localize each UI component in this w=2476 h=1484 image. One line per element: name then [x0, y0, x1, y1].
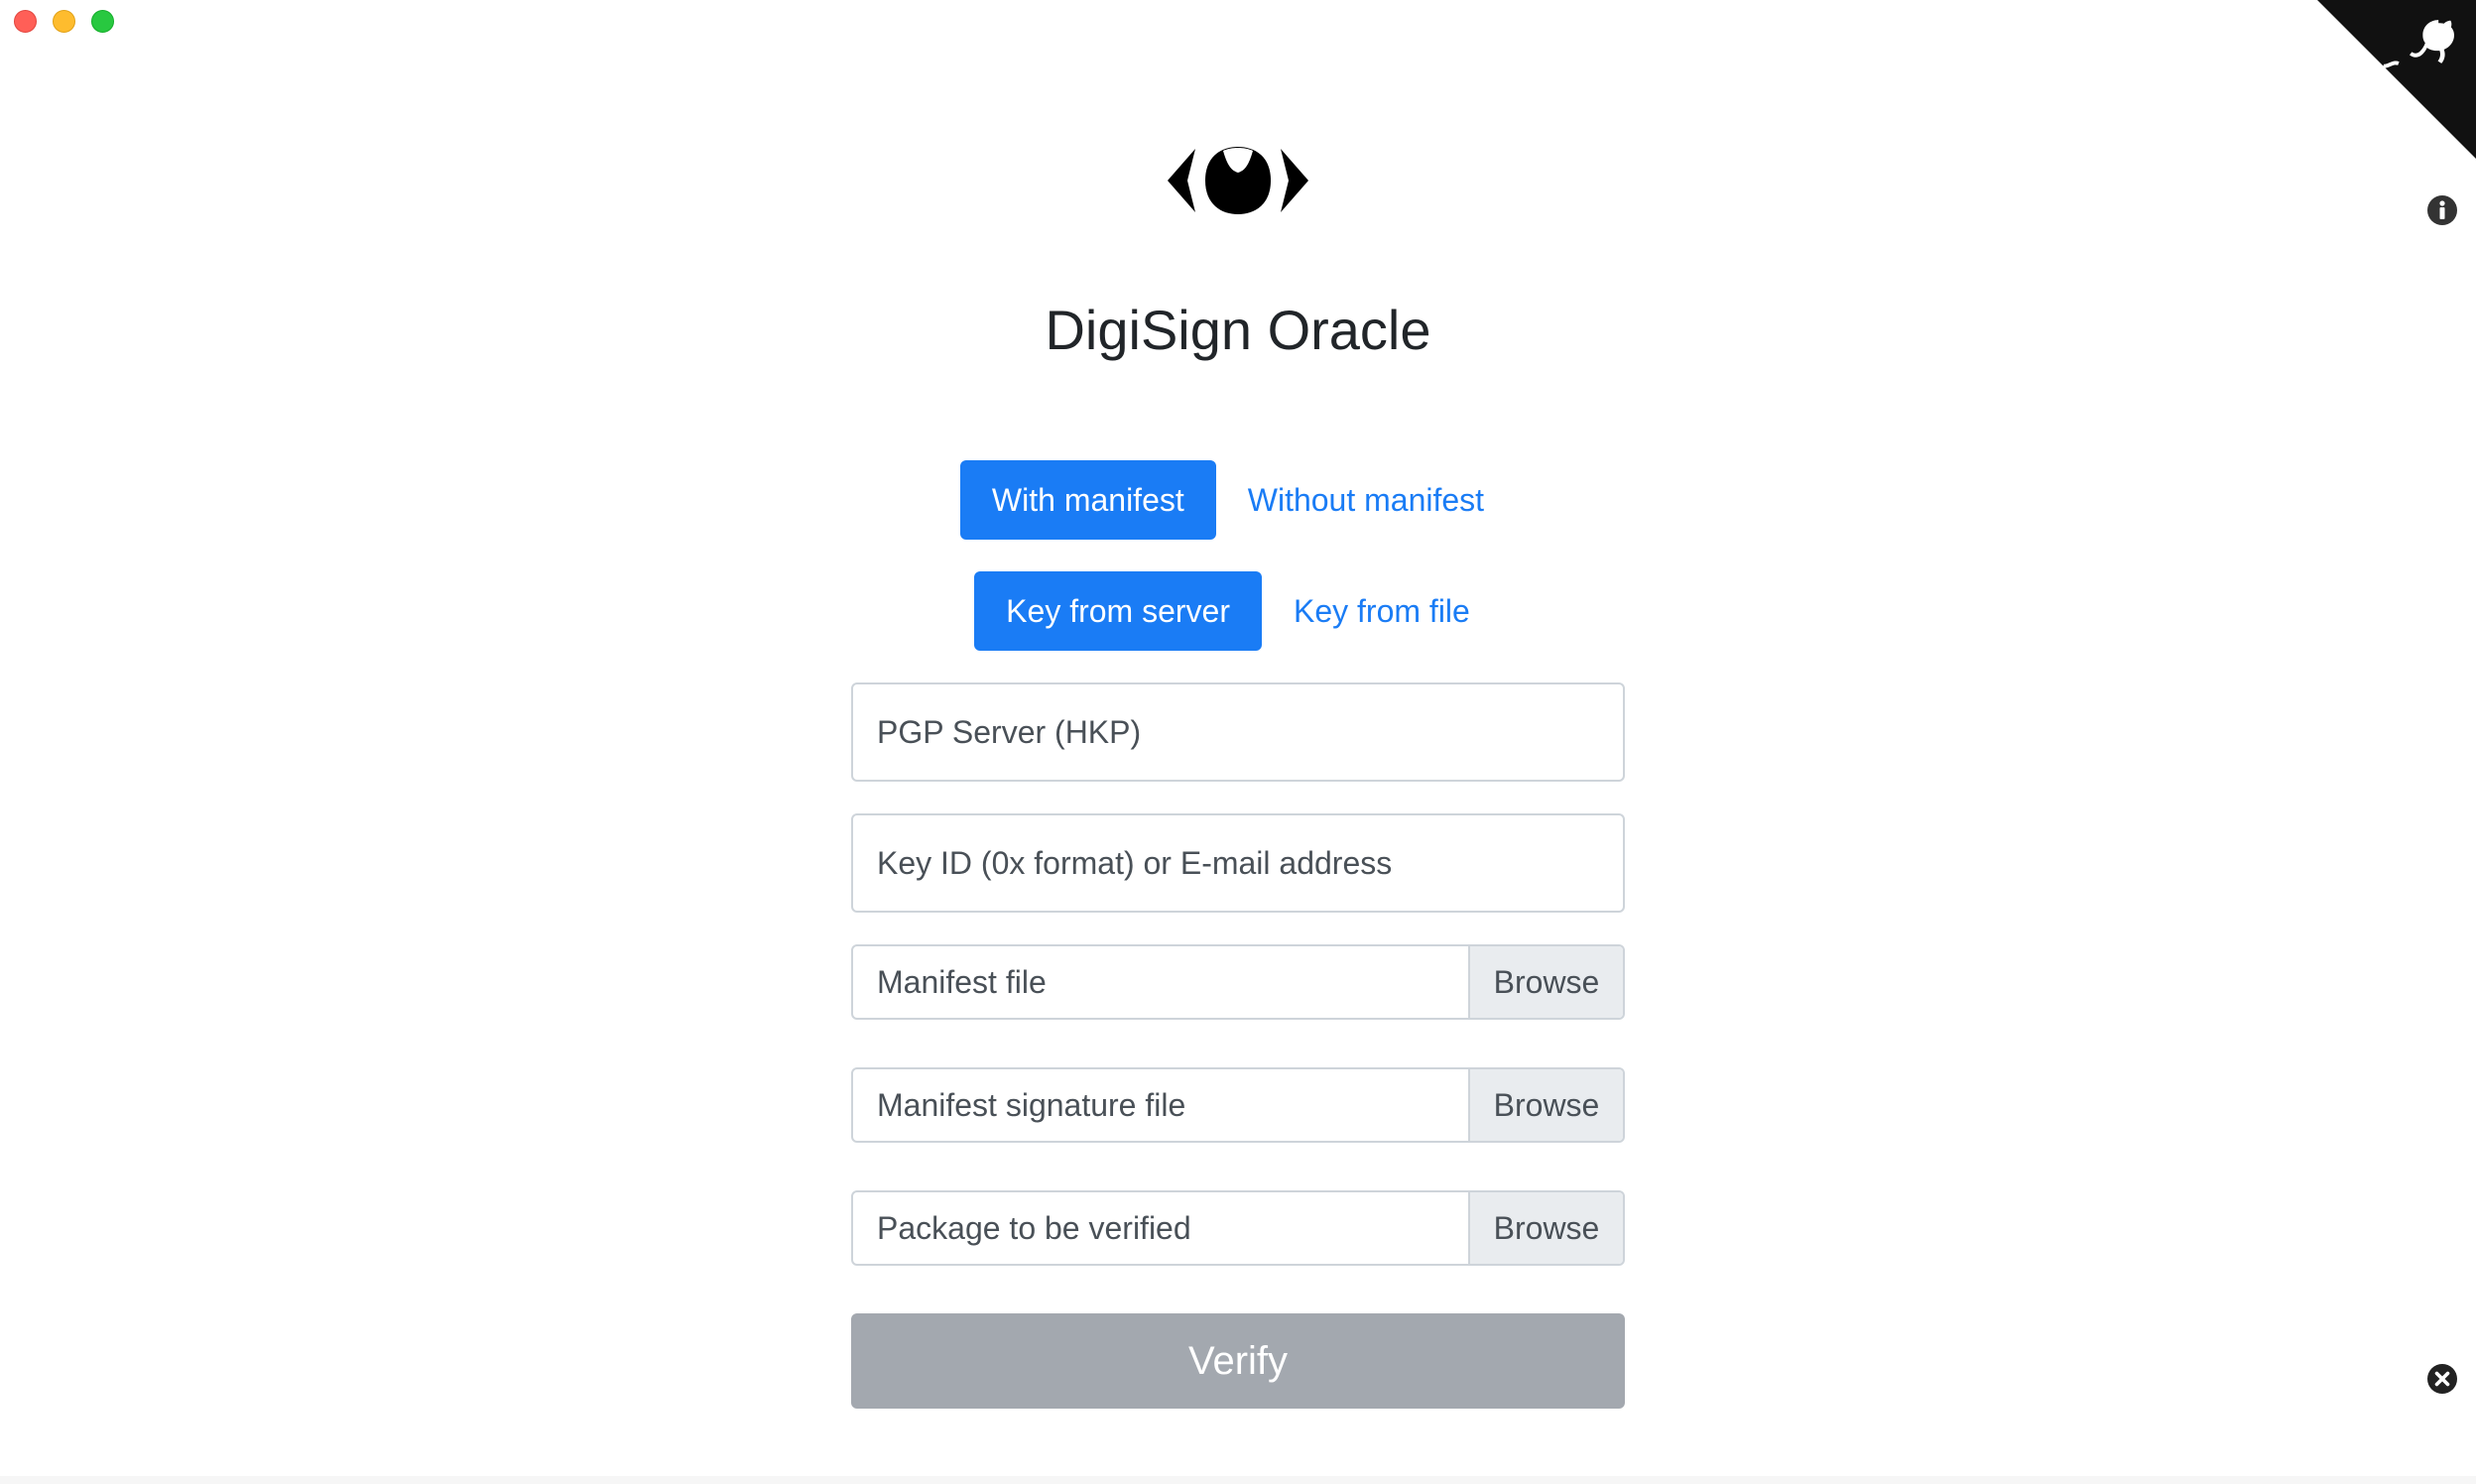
- close-circle-icon[interactable]: [2426, 1363, 2458, 1395]
- verify-button[interactable]: Verify: [851, 1313, 1625, 1409]
- package-file-picker[interactable]: Package to be verified Browse: [851, 1190, 1625, 1266]
- eye-icon: [1168, 147, 1308, 214]
- manifest-file-label: Manifest file: [877, 964, 1047, 1000]
- app-window: DigiSign Oracle With manifest Without ma…: [0, 0, 2476, 1484]
- signature-browse-button[interactable]: Browse: [1468, 1069, 1623, 1141]
- manifest-browse-button[interactable]: Browse: [1468, 946, 1623, 1018]
- github-octocat-icon[interactable]: [2317, 0, 2476, 159]
- bottom-edge: [0, 1476, 2476, 1484]
- tab-key-from-server[interactable]: Key from server: [974, 571, 1262, 651]
- tab-key-from-file[interactable]: Key from file: [1262, 571, 1502, 651]
- tab-without-manifest[interactable]: Without manifest: [1216, 460, 1516, 540]
- window-minimize-button[interactable]: [53, 10, 75, 33]
- manifest-file-picker[interactable]: Manifest file Browse: [851, 944, 1625, 1020]
- manifest-signature-picker[interactable]: Manifest signature file Browse: [851, 1067, 1625, 1143]
- window-close-button[interactable]: [14, 10, 37, 33]
- package-browse-button[interactable]: Browse: [1468, 1192, 1623, 1264]
- tab-with-manifest[interactable]: With manifest: [959, 460, 1216, 540]
- window-maximize-button[interactable]: [91, 10, 114, 33]
- info-icon[interactable]: [2426, 194, 2458, 226]
- mode-tabs: With manifest Without manifest: [0, 460, 2476, 540]
- pgp-server-input[interactable]: PGP Server (HKP): [851, 682, 1625, 782]
- window-controls: [14, 10, 114, 33]
- key-id-input[interactable]: Key ID (0x format) or E-mail address: [851, 813, 1625, 913]
- key-source-tabs: Key from server Key from file: [0, 571, 2476, 651]
- page-title: DigiSign Oracle: [1045, 299, 1431, 361]
- manifest-signature-label: Manifest signature file: [877, 1087, 1186, 1123]
- package-file-label: Package to be verified: [877, 1210, 1191, 1246]
